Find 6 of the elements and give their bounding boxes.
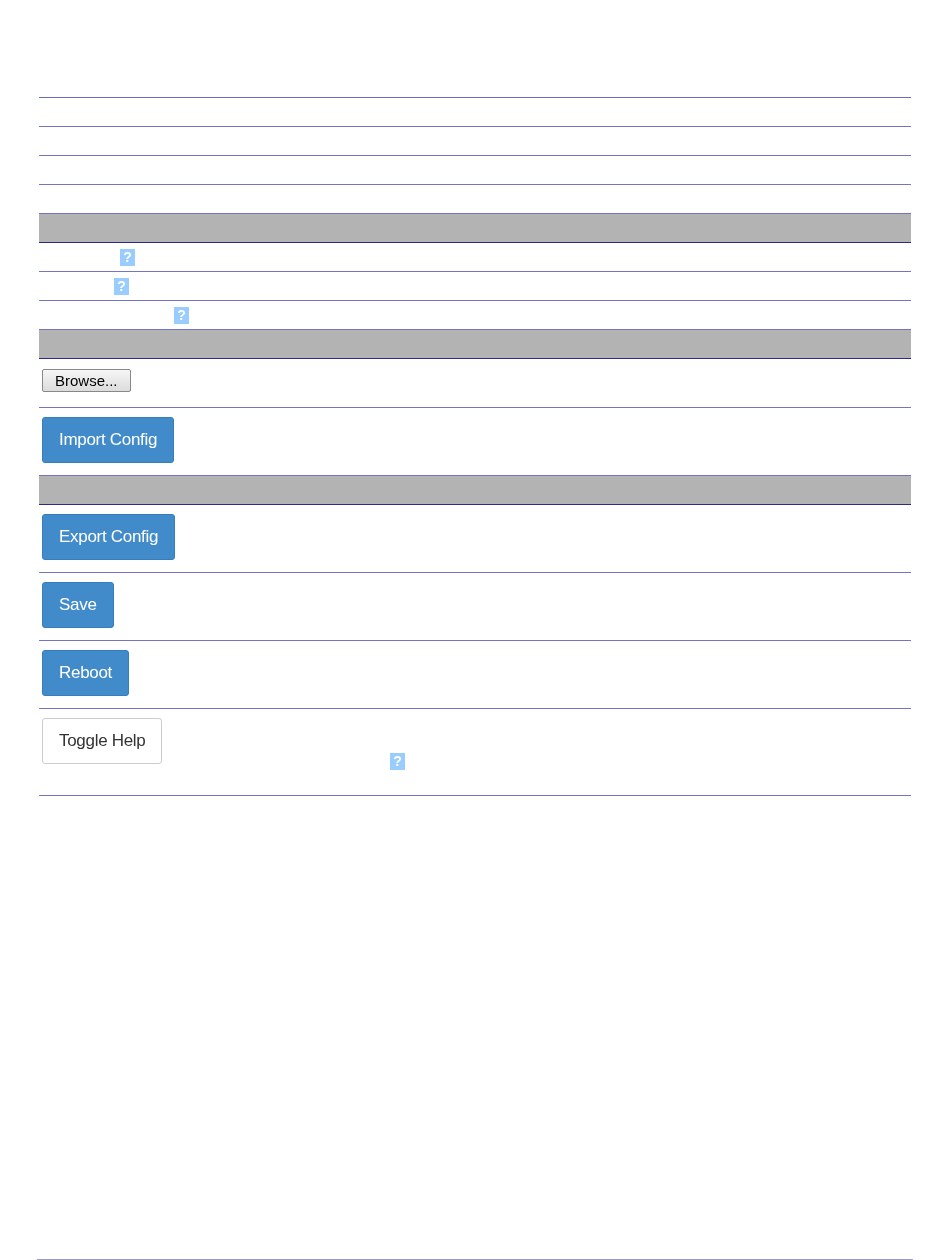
action-button[interactable]: Reboot (42, 650, 130, 696)
action-button[interactable]: Import Config (42, 417, 175, 463)
action-button[interactable]: Export Config (42, 514, 176, 560)
toggle-help-button[interactable]: Toggle Help (42, 718, 163, 764)
browse-button[interactable]: Browse... (42, 369, 131, 392)
action-button[interactable]: Save (42, 582, 114, 628)
